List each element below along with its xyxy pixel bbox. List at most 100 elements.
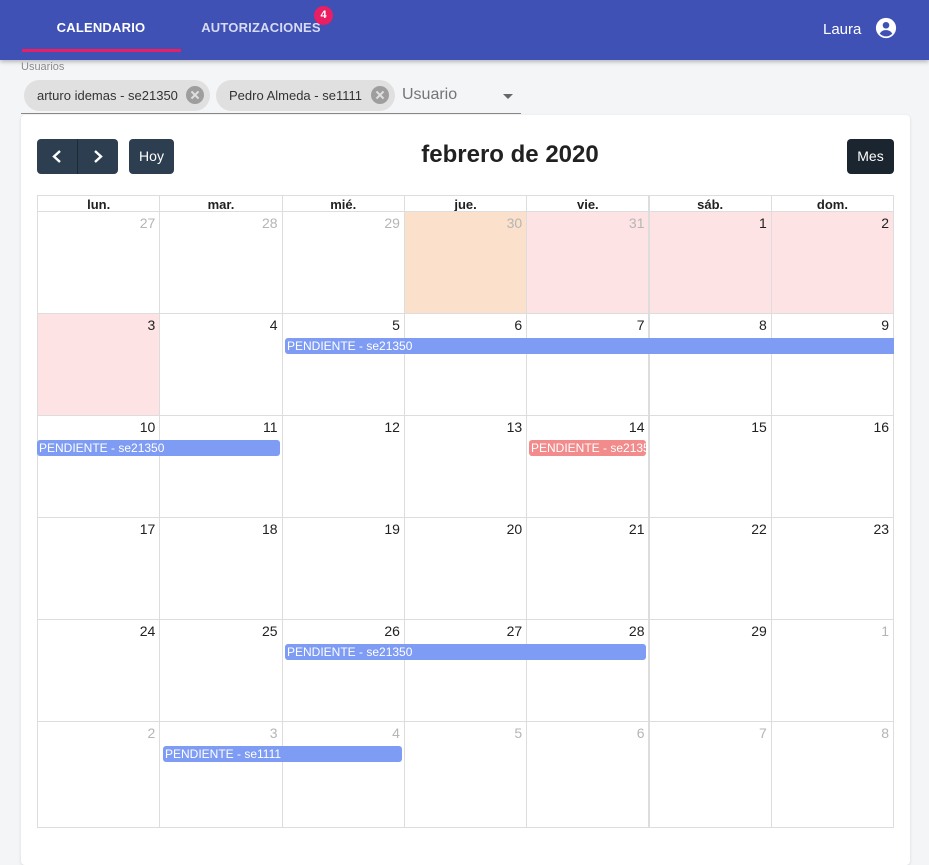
day-number[interactable]: 13 bbox=[507, 419, 523, 435]
day-cell[interactable]: 28 bbox=[526, 619, 650, 722]
day-number[interactable]: 10 bbox=[140, 419, 156, 435]
day-number[interactable]: 7 bbox=[759, 725, 767, 741]
day-number[interactable]: 6 bbox=[637, 725, 645, 741]
day-cell[interactable]: 11 bbox=[159, 415, 283, 518]
day-number[interactable]: 8 bbox=[881, 725, 889, 741]
user-chip[interactable]: arturo idemas - se21350 bbox=[24, 80, 210, 111]
day-number[interactable]: 26 bbox=[384, 623, 400, 639]
day-cell[interactable]: 22 bbox=[648, 517, 772, 620]
tab-autorizaciones[interactable]: AUTORIZACIONES bbox=[190, 0, 332, 54]
day-number[interactable]: 15 bbox=[751, 419, 767, 435]
today-button[interactable]: Hoy bbox=[129, 139, 174, 174]
day-cell[interactable]: 25 bbox=[159, 619, 283, 722]
day-number[interactable]: 31 bbox=[629, 215, 645, 231]
day-number[interactable]: 17 bbox=[140, 521, 156, 537]
day-number[interactable]: 22 bbox=[751, 521, 767, 537]
day-cell[interactable]: 28 bbox=[159, 211, 283, 314]
tab-calendario[interactable]: CALENDARIO bbox=[22, 0, 180, 54]
day-number[interactable]: 9 bbox=[881, 317, 889, 333]
day-cell[interactable]: 3 bbox=[159, 721, 283, 828]
day-number[interactable]: 28 bbox=[262, 215, 278, 231]
day-number[interactable]: 29 bbox=[384, 215, 400, 231]
day-number[interactable]: 29 bbox=[751, 623, 767, 639]
prev-month-button[interactable] bbox=[37, 139, 77, 174]
day-number[interactable]: 3 bbox=[270, 725, 278, 741]
day-number[interactable]: 24 bbox=[140, 623, 156, 639]
day-cell[interactable]: 7 bbox=[526, 313, 650, 416]
day-cell[interactable]: 15 bbox=[648, 415, 772, 518]
day-number[interactable]: 28 bbox=[629, 623, 645, 639]
event-bar[interactable]: PENDIENTE - se21350 bbox=[37, 440, 280, 456]
day-cell[interactable]: 8 bbox=[648, 313, 772, 416]
day-cell[interactable]: 23 bbox=[770, 517, 895, 620]
day-number[interactable]: 18 bbox=[262, 521, 278, 537]
user-search-input[interactable] bbox=[402, 86, 492, 104]
day-number[interactable]: 3 bbox=[148, 317, 156, 333]
day-cell[interactable]: 4 bbox=[159, 313, 283, 416]
day-number[interactable]: 21 bbox=[629, 521, 645, 537]
day-number[interactable]: 23 bbox=[874, 521, 890, 537]
day-cell[interactable]: 17 bbox=[37, 517, 161, 620]
day-cell[interactable]: 21 bbox=[526, 517, 650, 620]
day-cell[interactable]: 12 bbox=[281, 415, 405, 518]
day-number[interactable]: 30 bbox=[507, 215, 523, 231]
event-bar[interactable]: PENDIENTE - se21350 bbox=[529, 440, 646, 456]
day-number[interactable]: 27 bbox=[140, 215, 156, 231]
day-cell[interactable]: 16 bbox=[770, 415, 895, 518]
user-name[interactable]: Laura bbox=[823, 21, 861, 38]
remove-chip-icon[interactable] bbox=[186, 86, 204, 104]
day-number[interactable]: 25 bbox=[262, 623, 278, 639]
user-chip[interactable]: Pedro Almeda - se1111 bbox=[216, 80, 395, 111]
day-cell[interactable]: 2 bbox=[37, 721, 161, 828]
day-cell[interactable]: 5 bbox=[403, 721, 528, 828]
day-number[interactable]: 20 bbox=[507, 521, 523, 537]
day-cell[interactable]: 4 bbox=[281, 721, 405, 828]
day-number[interactable]: 8 bbox=[759, 317, 767, 333]
day-cell[interactable]: 27 bbox=[403, 619, 528, 722]
day-cell[interactable]: 27 bbox=[37, 211, 161, 314]
day-cell[interactable]: 10 bbox=[37, 415, 161, 518]
event-bar[interactable]: PENDIENTE - se21350 bbox=[285, 644, 646, 660]
day-number[interactable]: 14 bbox=[629, 419, 645, 435]
month-view-button[interactable]: Mes bbox=[847, 139, 894, 174]
day-number[interactable]: 5 bbox=[514, 725, 522, 741]
dropdown-arrow-icon[interactable] bbox=[503, 94, 513, 99]
day-number[interactable]: 16 bbox=[874, 419, 890, 435]
day-cell[interactable]: 6 bbox=[526, 721, 650, 828]
day-cell[interactable]: 3 bbox=[37, 313, 161, 416]
remove-chip-icon[interactable] bbox=[371, 86, 389, 104]
day-cell[interactable]: 9 bbox=[770, 313, 895, 416]
day-cell[interactable]: 14 bbox=[526, 415, 650, 518]
day-cell[interactable]: 26 bbox=[281, 619, 405, 722]
day-number[interactable]: 19 bbox=[384, 521, 400, 537]
day-cell[interactable]: 6 bbox=[403, 313, 528, 416]
day-number[interactable]: 1 bbox=[759, 215, 767, 231]
day-cell[interactable]: 1 bbox=[770, 619, 895, 722]
day-cell[interactable]: 29 bbox=[648, 619, 772, 722]
day-cell[interactable]: 29 bbox=[281, 211, 405, 314]
day-number[interactable]: 4 bbox=[392, 725, 400, 741]
event-bar[interactable]: PENDIENTE - se1111 bbox=[163, 746, 402, 762]
day-cell[interactable]: 19 bbox=[281, 517, 405, 620]
day-cell[interactable]: 1 bbox=[648, 211, 772, 314]
day-number[interactable]: 12 bbox=[384, 419, 400, 435]
day-cell[interactable]: 2 bbox=[770, 211, 895, 314]
day-number[interactable]: 1 bbox=[881, 623, 889, 639]
next-month-button[interactable] bbox=[78, 139, 118, 174]
day-cell[interactable]: 13 bbox=[403, 415, 528, 518]
day-number[interactable]: 7 bbox=[637, 317, 645, 333]
event-bar[interactable]: PENDIENTE - se21350 bbox=[285, 338, 894, 354]
day-number[interactable]: 2 bbox=[148, 725, 156, 741]
day-number[interactable]: 5 bbox=[392, 317, 400, 333]
day-cell[interactable]: 7 bbox=[648, 721, 772, 828]
day-cell[interactable]: 8 bbox=[770, 721, 895, 828]
day-cell[interactable]: 31 bbox=[526, 211, 650, 314]
account-circle-icon[interactable] bbox=[875, 17, 897, 39]
day-number[interactable]: 11 bbox=[263, 419, 278, 435]
day-cell[interactable]: 24 bbox=[37, 619, 161, 722]
day-number[interactable]: 6 bbox=[514, 317, 522, 333]
day-number[interactable]: 27 bbox=[507, 623, 523, 639]
day-cell[interactable]: 30 bbox=[403, 211, 528, 314]
day-cell[interactable]: 18 bbox=[159, 517, 283, 620]
day-number[interactable]: 2 bbox=[881, 215, 889, 231]
